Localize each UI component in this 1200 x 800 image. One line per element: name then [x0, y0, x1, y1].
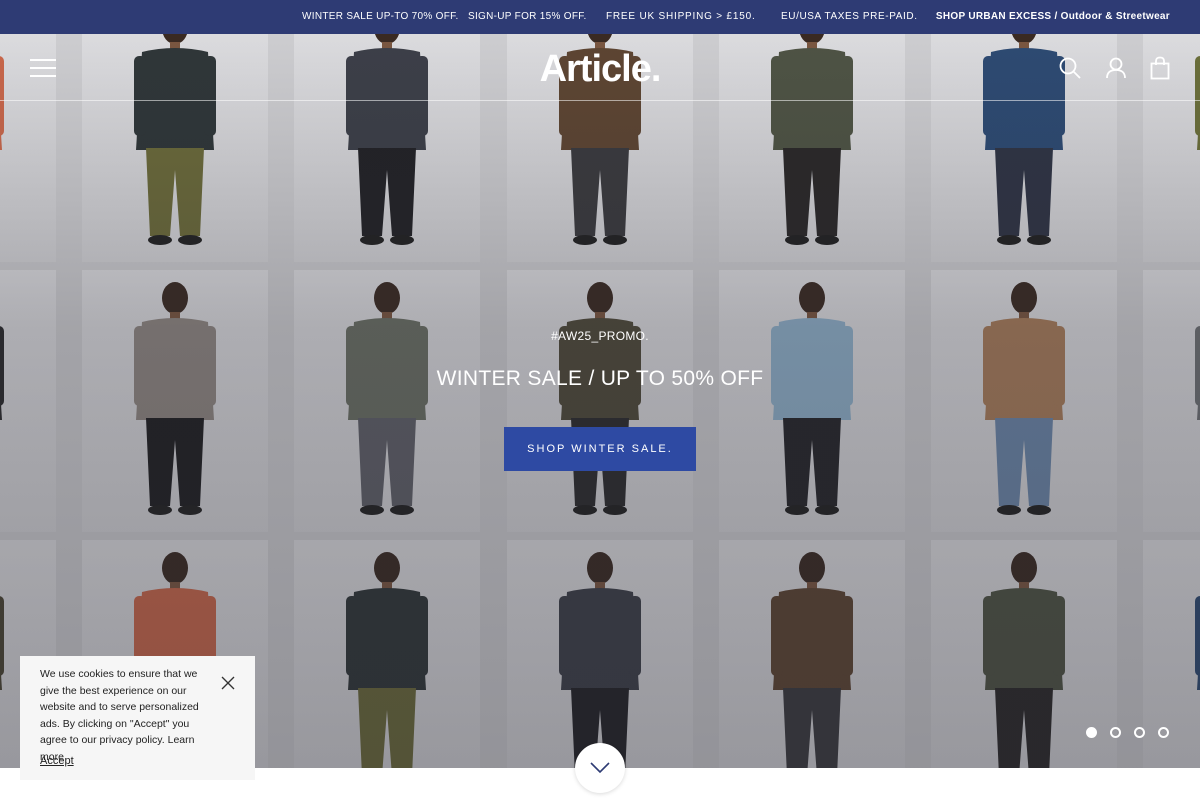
shop-winter-sale-button[interactable]: SHOP WINTER SALE. — [504, 427, 696, 471]
site-logo[interactable]: Article. — [0, 48, 1200, 91]
promo-tag: #AW25_PROMO. — [551, 329, 649, 343]
accept-button[interactable]: Accept — [40, 755, 74, 767]
announcement-taxes[interactable]: EU/USA TAXES PRE-PAID. — [781, 11, 918, 22]
chevron-down-icon — [590, 762, 610, 774]
account-icon[interactable] — [1104, 56, 1128, 80]
announcement-bar: WINTER SALE UP-TO 70% OFF. SIGN-UP FOR 1… — [0, 0, 1200, 34]
slide-dot-1[interactable] — [1086, 727, 1097, 738]
cookie-banner: We use cookies to ensure that we give th… — [20, 656, 255, 780]
promo-title: WINTER SALE / UP TO 50% OFF — [436, 367, 764, 390]
close-icon[interactable] — [221, 676, 235, 690]
search-icon[interactable] — [1058, 56, 1082, 80]
slide-dot-4[interactable] — [1158, 727, 1169, 738]
announcement-sale[interactable]: WINTER SALE UP-TO 70% OFF. — [302, 11, 459, 22]
site-header: Article. — [0, 34, 1200, 101]
cookie-message: We use cookies to ensure that we give th… — [40, 668, 199, 763]
announcement-urban-excess[interactable]: SHOP URBAN EXCESS / Outdoor & Streetwear — [936, 11, 1170, 22]
slide-dot-2[interactable] — [1110, 727, 1121, 738]
slide-dot-3[interactable] — [1134, 727, 1145, 738]
announcement-shipping[interactable]: FREE UK SHIPPING > £150. — [606, 11, 756, 22]
shopping-bag-icon[interactable] — [1148, 56, 1172, 80]
announcement-signup[interactable]: SIGN-UP FOR 15% OFF. — [468, 11, 587, 22]
scroll-down-button[interactable] — [575, 743, 625, 793]
